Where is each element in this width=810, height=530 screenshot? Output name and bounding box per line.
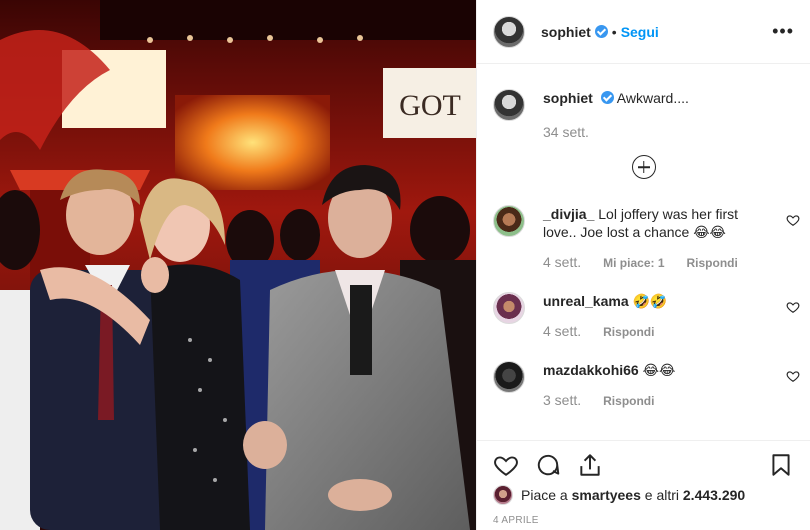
verified-icon [600, 91, 614, 104]
reply-button[interactable]: Rispondi [603, 323, 654, 341]
caption-time[interactable]: 34 sett. [543, 123, 689, 141]
photo-illustration: GOT [0, 0, 476, 530]
comment-username[interactable]: unreal_kama [543, 293, 629, 309]
likes-prefix: Piace a [521, 487, 568, 503]
comment-username[interactable]: _divjia_ [543, 206, 594, 222]
plus-circle-icon[interactable] [631, 155, 656, 179]
comments-list[interactable]: sophiet Awkward.... 34 sett. _divjia_ Lo… [477, 65, 810, 440]
post-side-panel: sophiet • Segui ••• sophiet Awkward.... … [476, 0, 810, 530]
like-comment-heart-icon[interactable] [786, 369, 800, 383]
comment-text: 🤣🤣 [632, 293, 668, 309]
comment-item: mazdakkohi66 😂😂 3 sett. Rispondi [477, 361, 810, 410]
post-caption: sophiet Awkward.... 34 sett. [477, 65, 810, 141]
like-comment-heart-icon[interactable] [786, 213, 800, 227]
heart-icon[interactable] [493, 452, 519, 478]
comment-icon[interactable] [535, 452, 561, 478]
commenter-avatar[interactable] [493, 292, 525, 324]
comment-text: 😂😂 [642, 362, 676, 378]
liker-username[interactable]: smartyees [572, 487, 641, 503]
likes-count[interactable]: 2.443.290 [683, 487, 745, 503]
author-avatar[interactable] [493, 15, 525, 48]
caption-username[interactable]: sophiet [543, 90, 593, 106]
post-header: sophiet • Segui ••• [477, 0, 810, 64]
likes-summary: Piace a smartyees e altri 2.443.290 [493, 485, 794, 505]
post-photo[interactable]: GOT [0, 0, 476, 530]
post-date[interactable]: 4 APRILE [493, 515, 794, 526]
comment-item: _divjia_ Lol joffery was her first love.… [477, 205, 810, 272]
comment-likes-count[interactable]: Mi piace: 1 [603, 254, 664, 272]
load-more-comments[interactable] [477, 155, 810, 179]
bookmark-icon[interactable] [768, 452, 794, 478]
comment-time[interactable]: 3 sett. [543, 391, 581, 409]
reply-button[interactable]: Rispondi [603, 392, 654, 410]
comment-username[interactable]: mazdakkohi66 [543, 362, 639, 378]
commenter-avatar[interactable] [493, 205, 525, 237]
likes-middle: e altri [644, 487, 679, 503]
post-actions: Piace a smartyees e altri 2.443.290 4 AP… [477, 440, 810, 530]
verified-icon [594, 25, 608, 38]
follow-button[interactable]: Segui [621, 24, 659, 40]
got-sign: GOT [399, 89, 461, 122]
comment-time[interactable]: 4 sett. [543, 322, 581, 340]
comment-item: unreal_kama 🤣🤣 4 sett. Rispondi [477, 292, 810, 341]
reply-button[interactable]: Rispondi [687, 254, 738, 272]
like-comment-heart-icon[interactable] [786, 300, 800, 314]
share-icon[interactable] [577, 452, 603, 478]
comment-time[interactable]: 4 sett. [543, 253, 581, 271]
caption-avatar[interactable] [493, 89, 525, 121]
commenter-avatar[interactable] [493, 361, 525, 393]
more-options-icon[interactable]: ••• [772, 21, 794, 42]
liker-avatar[interactable] [493, 485, 513, 505]
caption-text: Awkward.... [616, 90, 689, 106]
author-username[interactable]: sophiet [541, 24, 591, 40]
separator-dot: • [611, 23, 617, 40]
